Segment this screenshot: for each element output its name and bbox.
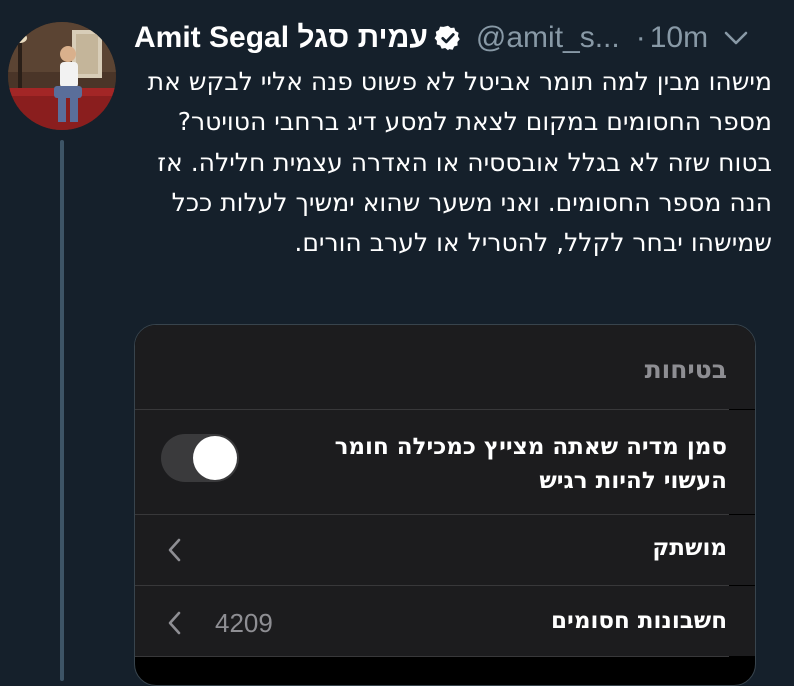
author-handle[interactable]: @amit_s... [476, 21, 620, 55]
sensitive-media-toggle [161, 434, 239, 482]
settings-section-header: בטיחות [135, 325, 755, 409]
toggle-knob [193, 436, 237, 480]
verified-badge-icon [434, 25, 460, 51]
blocked-accounts-row: חשבונות חסומים 4209 [135, 586, 755, 656]
tweet-image-card[interactable]: בטיחות סמן מדיה שאתה מצייץ כמכילה חומר ה… [134, 324, 756, 686]
header-separator: · [635, 21, 646, 54]
chevron-left-icon [168, 611, 181, 635]
muted-label: מושתק [652, 535, 727, 561]
tweet-header: Amit Segal עמית סגל @amit_s... · 10m [134, 18, 774, 58]
section-title: בטיחות [644, 355, 727, 384]
tweet-text: מישהו מבין למה תומר אביטל לא פשוט פנה אל… [147, 67, 772, 258]
author-name[interactable]: Amit Segal עמית סגל [134, 21, 428, 55]
muted-row: מושתק [135, 515, 755, 585]
sensitive-media-label: סמן מדיה שאתה מצייץ כמכילה חומר העשוי לה… [334, 434, 727, 494]
thread-line [60, 140, 64, 681]
avatar[interactable] [8, 22, 116, 130]
sensitive-media-row: סמן מדיה שאתה מצייץ כמכילה חומר העשוי לה… [135, 410, 755, 514]
blocked-count: 4209 [215, 608, 273, 638]
chevron-down-icon[interactable] [722, 28, 750, 48]
divider [135, 656, 729, 657]
avatar-photo [8, 22, 116, 130]
chevron-left-icon [168, 538, 181, 562]
blocked-accounts-label: חשבונות חסומים [551, 608, 727, 634]
tweet-timestamp[interactable]: 10m [650, 21, 708, 55]
